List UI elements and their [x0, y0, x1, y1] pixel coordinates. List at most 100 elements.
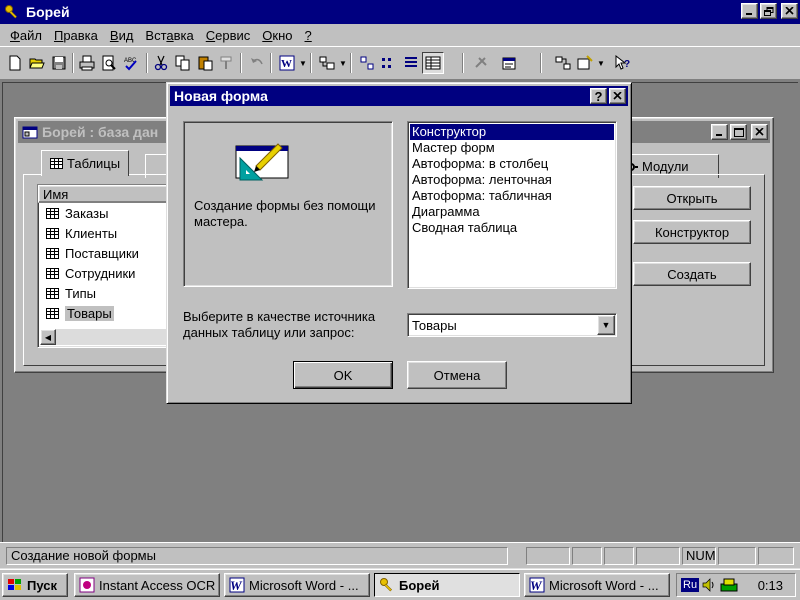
new-object-icon	[577, 55, 593, 70]
table-list[interactable]: Имя Заказы Клиенты Поставщики Сотрудники…	[37, 184, 177, 348]
undo-button[interactable]	[246, 52, 268, 74]
spelling-button[interactable]: ABC	[120, 52, 142, 74]
db-close-button[interactable]	[751, 124, 768, 140]
save-button[interactable]	[48, 52, 70, 74]
cut-button[interactable]	[150, 52, 172, 74]
form-preview-panel: Создание формы без помощи мастера.	[183, 121, 393, 287]
small-icons-button[interactable]	[378, 52, 400, 74]
task-word-2[interactable]: W Microsoft Word - ...	[524, 573, 670, 597]
restore-button[interactable]	[760, 3, 777, 19]
list-item[interactable]: Поставщики	[38, 243, 176, 263]
close-icon	[755, 128, 764, 136]
properties-button[interactable]	[498, 52, 520, 74]
create-button[interactable]: Создать	[633, 262, 751, 286]
form-type-item[interactable]: Диаграмма	[410, 204, 614, 220]
form-type-item[interactable]: Автоформа: ленточная	[410, 172, 614, 188]
table-icon	[46, 307, 59, 319]
maximize-icon	[733, 127, 744, 137]
clock[interactable]: 0:13	[758, 578, 783, 593]
list-column-header[interactable]: Имя	[38, 185, 176, 203]
format-painter-button[interactable]	[216, 52, 238, 74]
form-type-list[interactable]: Конструктор Мастер форм Автоформа: в сто…	[407, 121, 617, 289]
menu-insert[interactable]: Вставка	[139, 28, 199, 43]
form-type-item[interactable]: Сводная таблица	[410, 220, 614, 236]
svg-text:W: W	[281, 58, 292, 70]
data-source-combo[interactable]: Товары ▼	[407, 313, 617, 337]
key-icon	[380, 578, 393, 592]
task-borey[interactable]: Борей	[374, 573, 520, 597]
help-pointer-icon: ?	[615, 55, 630, 70]
horizontal-scrollbar[interactable]: ◀	[40, 329, 176, 345]
analyze-button[interactable]	[316, 52, 338, 74]
minimize-button[interactable]	[741, 3, 758, 19]
relationships-icon	[555, 56, 571, 70]
scroll-left-button[interactable]: ◀	[40, 329, 56, 345]
new-object-button[interactable]	[574, 52, 596, 74]
start-button[interactable]: Пуск	[2, 573, 68, 597]
menu-tools[interactable]: Сервис	[200, 28, 257, 43]
tab-tables[interactable]: Таблицы	[41, 150, 130, 176]
ocr-app-icon	[79, 577, 95, 593]
task-ocr[interactable]: Instant Access OCR	[74, 573, 220, 597]
close-icon	[613, 92, 622, 100]
help-button[interactable]: ?	[612, 52, 634, 74]
list-item[interactable]: Клиенты	[38, 223, 176, 243]
ok-button[interactable]: OK	[293, 361, 393, 389]
scissors-icon	[154, 55, 168, 71]
menu-file[interactable]: Файл	[4, 28, 48, 43]
db-maximize-button[interactable]	[730, 124, 747, 140]
status-bar: Создание новой формы NUM	[0, 542, 800, 568]
list-item[interactable]: Типы	[38, 283, 176, 303]
copy-button[interactable]	[172, 52, 194, 74]
list-item[interactable]: Заказы	[38, 203, 176, 223]
menu-edit[interactable]: Правка	[48, 28, 104, 43]
analyze-dropdown[interactable]: ▼	[338, 52, 348, 74]
relationships-button[interactable]	[552, 52, 574, 74]
app-title-bar[interactable]: Борей	[0, 0, 800, 24]
form-type-item[interactable]: Автоформа: табличная	[410, 188, 614, 204]
print-button[interactable]	[76, 52, 98, 74]
cancel-button[interactable]: Отмена	[407, 361, 507, 389]
design-button[interactable]: Конструктор	[633, 220, 751, 244]
form-type-item-selected[interactable]: Конструктор	[410, 124, 614, 140]
dialog-title: Новая форма	[174, 88, 268, 104]
code-icon	[475, 57, 487, 68]
task-word-1[interactable]: W Microsoft Word - ...	[224, 573, 370, 597]
close-button[interactable]	[781, 3, 798, 19]
tray-app-icon[interactable]	[720, 578, 738, 592]
dialog-close-button[interactable]	[609, 88, 626, 104]
office-links-button[interactable]: W	[276, 52, 298, 74]
spelling-check-icon: ABC	[124, 58, 137, 71]
dialog-help-button[interactable]: ?	[590, 88, 607, 104]
open-button-db[interactable]: Открыть	[633, 186, 751, 210]
menu-window[interactable]: Окно	[256, 28, 298, 43]
toolbar: ABC W ▼ ▼ ▼ ?	[0, 46, 800, 80]
db-minimize-button[interactable]	[711, 124, 728, 140]
num-lock-indicator: NUM	[682, 547, 716, 565]
menu-help[interactable]: ?	[299, 28, 318, 43]
database-window-title: Борей : база дан	[42, 124, 159, 140]
minimize-icon	[715, 134, 722, 136]
form-type-item[interactable]: Автоформа: в столбец	[410, 156, 614, 172]
list-view-button[interactable]	[400, 52, 422, 74]
language-indicator[interactable]: Ru	[681, 578, 700, 592]
large-icons-button[interactable]	[356, 52, 378, 74]
list-item[interactable]: Сотрудники	[38, 263, 176, 283]
list-item-selected[interactable]: Товары	[38, 303, 176, 323]
details-view-button[interactable]	[422, 52, 444, 74]
dialog-title-bar[interactable]: Новая форма ?	[170, 86, 628, 106]
office-links-dropdown[interactable]: ▼	[298, 52, 308, 74]
combo-dropdown-button[interactable]: ▼	[597, 315, 615, 335]
code-button[interactable]	[470, 52, 492, 74]
form-type-item[interactable]: Мастер форм	[410, 140, 614, 156]
table-icon	[50, 158, 63, 169]
speaker-icon[interactable]	[702, 578, 716, 592]
print-preview-button[interactable]	[98, 52, 120, 74]
paste-button[interactable]	[194, 52, 216, 74]
status-pane	[526, 547, 570, 565]
menu-view[interactable]: Вид	[104, 28, 140, 43]
new-object-dropdown[interactable]: ▼	[596, 52, 606, 74]
open-button[interactable]	[26, 52, 48, 74]
new-button[interactable]	[4, 52, 26, 74]
table-icon	[46, 207, 59, 219]
